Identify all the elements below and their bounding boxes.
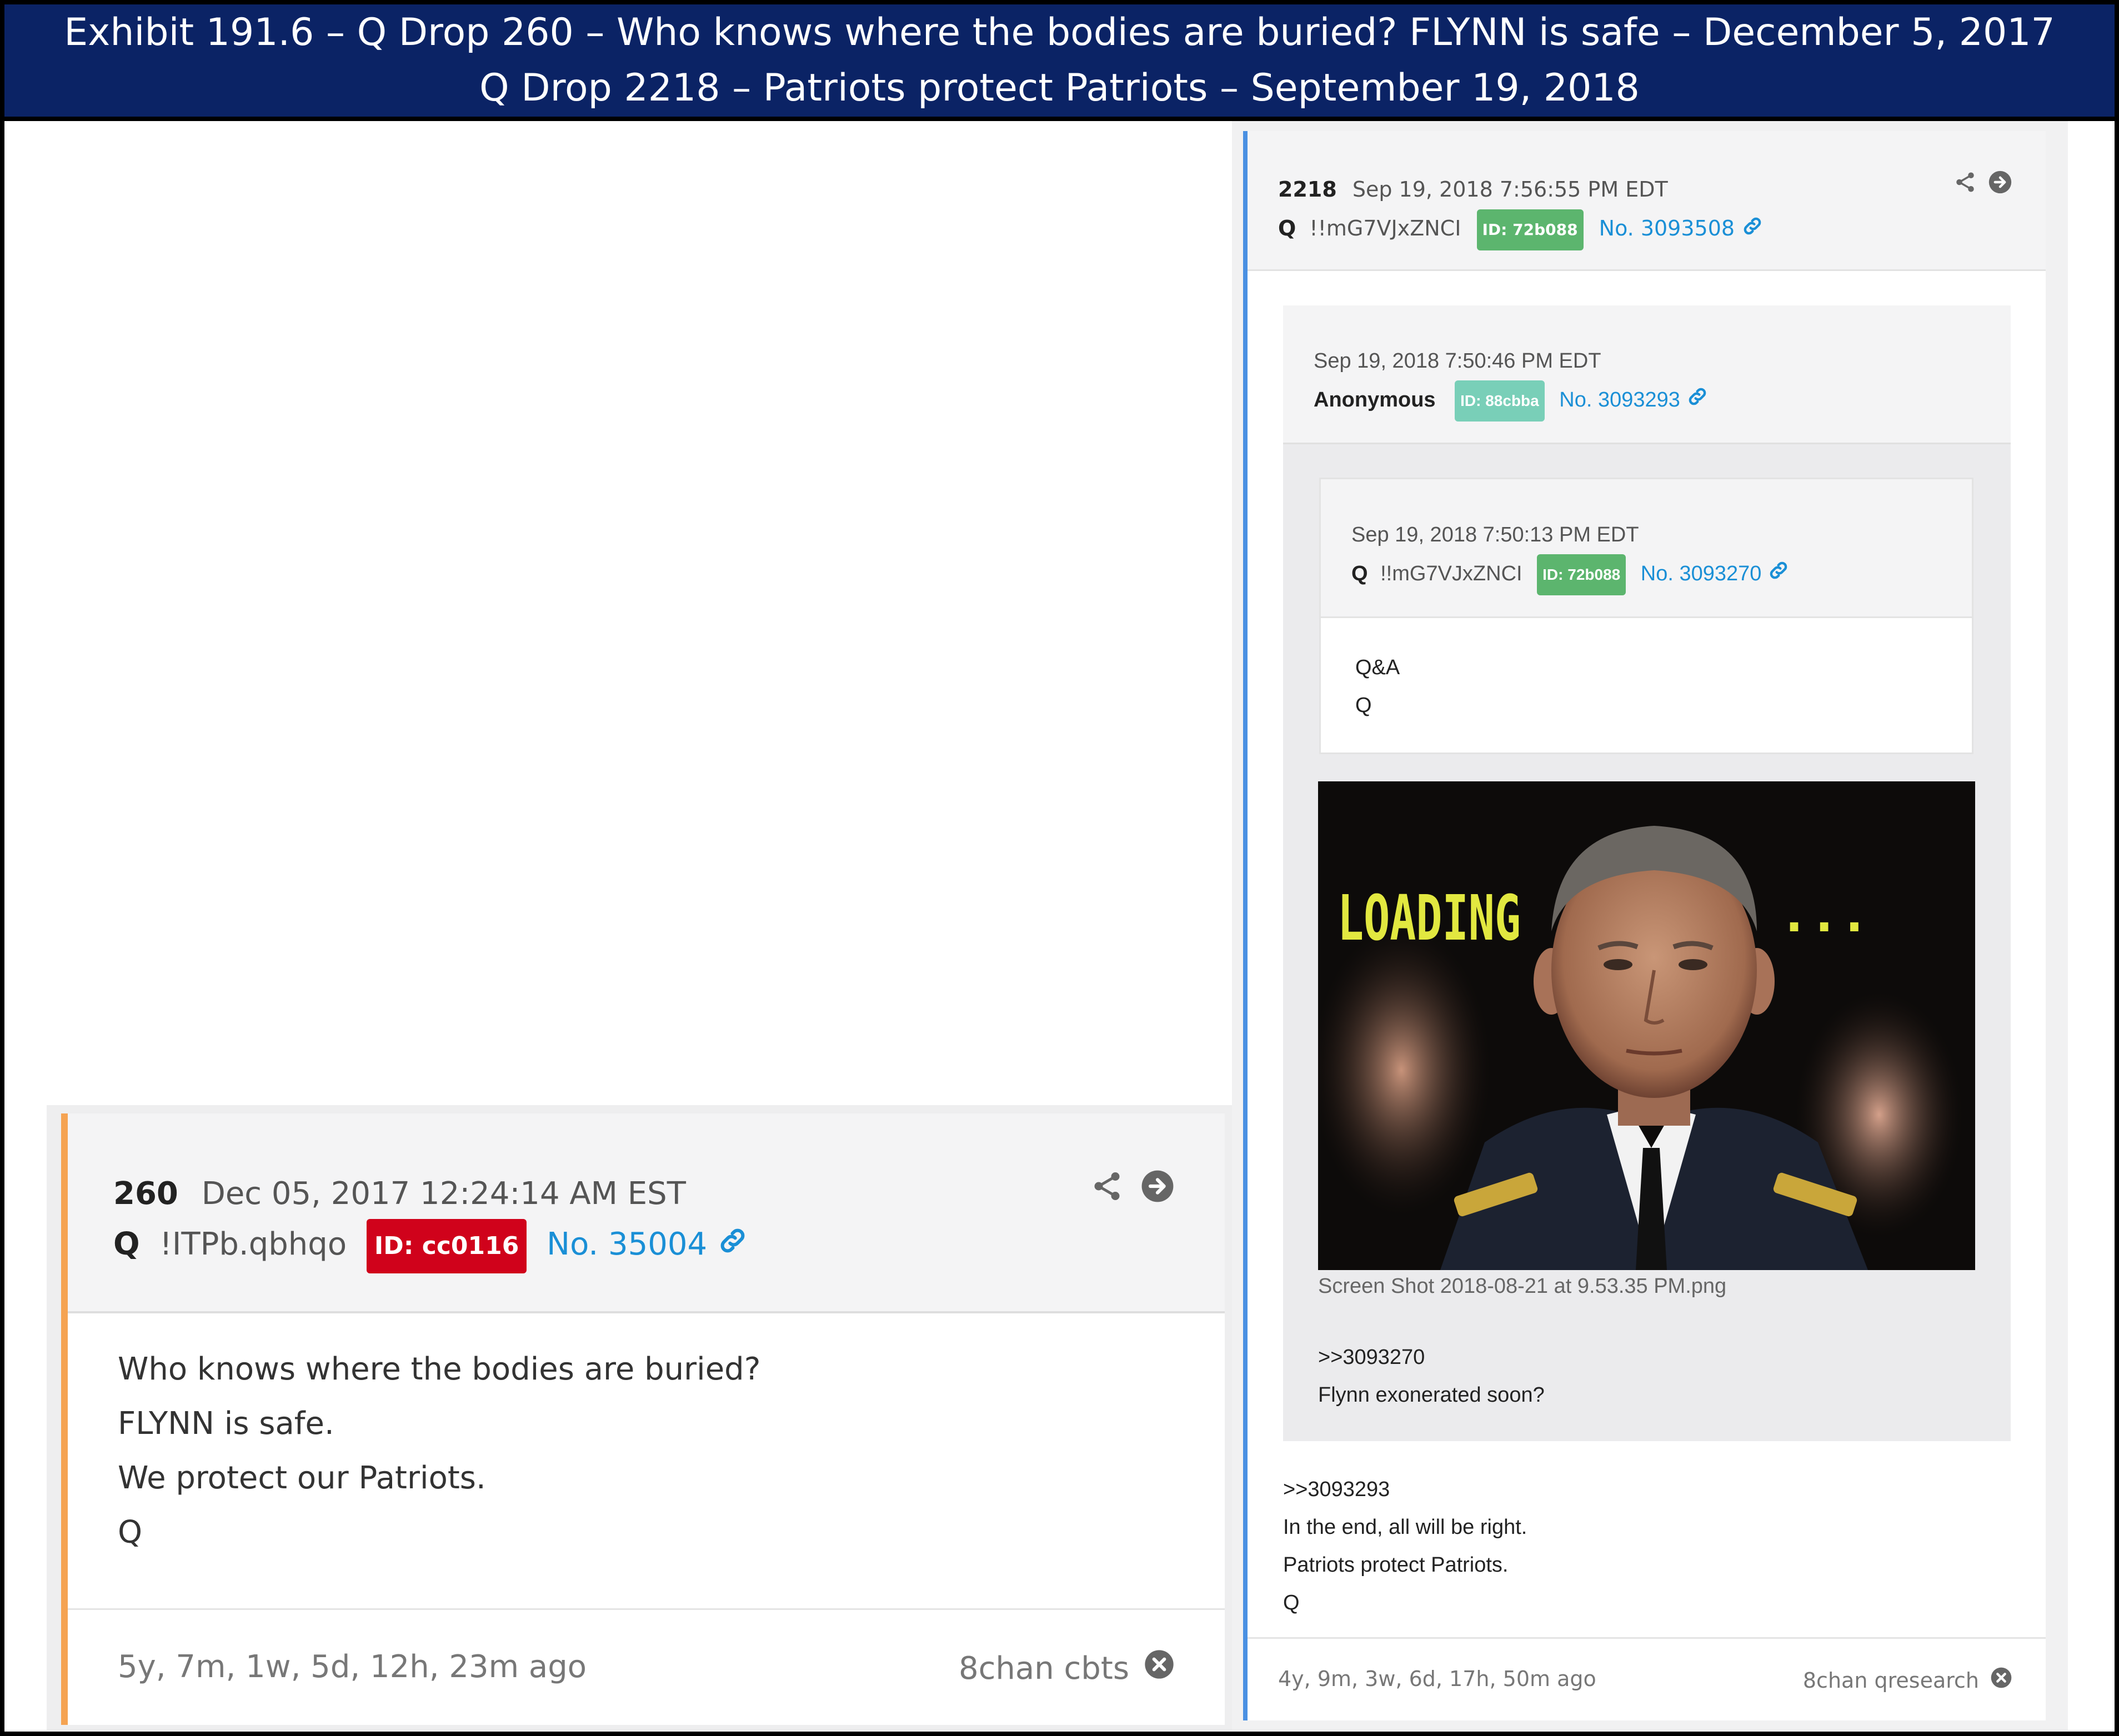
post-no-link[interactable]: No. 3093508 [1599, 216, 1735, 240]
body-line: Q [1355, 694, 1372, 717]
link-icon[interactable] [717, 1221, 748, 1271]
poster-id-badge: ID: 72b088 [1476, 209, 1584, 250]
post-no-link[interactable]: No. 35004 [547, 1226, 707, 1262]
poster-name: Q [113, 1226, 140, 1263]
source-board: 8chan cbts [959, 1649, 1175, 1688]
image-loading-dots: ... [1779, 885, 1870, 944]
share-icon[interactable] [1090, 1170, 1124, 1205]
quoted-post-header: Sep 19, 2018 7:50:46 PM EDT Anonymous ID… [1283, 305, 2011, 444]
source-label: 8chan qresearch [1802, 1668, 1979, 1693]
link-icon[interactable] [1767, 555, 1790, 594]
body-line: Q [1283, 1591, 1300, 1614]
post-260-body: Who knows where the bodies are buried? F… [68, 1313, 1225, 1560]
link-icon[interactable] [1686, 382, 1709, 420]
body-line: In the end, all will be right. [1283, 1516, 1527, 1539]
poster-name: Q [1278, 216, 1296, 240]
close-icon[interactable] [1144, 1649, 1175, 1688]
image-filename[interactable]: Screen Shot 2018-08-21 at 9.53.35 PM.png [1318, 1275, 1726, 1298]
poster-id-badge: ID: cc0116 [366, 1219, 527, 1273]
post-date: Dec 05, 2017 12:24:14 AM EST [201, 1176, 686, 1212]
body-line: Flynn exonerated soon? [1318, 1383, 1545, 1407]
poster-name: Anonymous [1314, 388, 1436, 412]
time-ago: 5y, 7m, 1w, 5d, 12h, 23m ago [118, 1649, 587, 1685]
body-line: FLYNN is safe. [118, 1406, 334, 1442]
tripcode: !!mG7VJxZNCI [1380, 562, 1522, 586]
post-date: Sep 19, 2018 7:50:13 PM EDT [1351, 523, 1639, 546]
quoted-post-q-nested: Sep 19, 2018 7:50:13 PM EDT Q !!mG7VJxZN… [1319, 478, 1973, 754]
header-line-1: Exhibit 191.6 – Q Drop 260 – Who knows w… [64, 11, 2055, 54]
post-no-link[interactable]: No. 3093293 [1559, 388, 1680, 412]
tripcode: !!mG7VJxZNCI [1309, 216, 1461, 240]
poster-id-badge: ID: 88cbba [1455, 380, 1545, 422]
attached-image[interactable]: LOADING ... [1318, 781, 1975, 1270]
post-260-header: 260 Dec 05, 2017 12:24:14 AM EST Q !ITPb… [68, 1113, 1225, 1313]
nested-post-body: Q&A Q [1321, 618, 1972, 724]
reply-link[interactable]: >>3093293 [1283, 1471, 1527, 1508]
link-icon[interactable] [1741, 210, 1764, 249]
exhibit-header: Exhibit 191.6 – Q Drop 260 – Who knows w… [0, 0, 2119, 121]
post-260: 260 Dec 05, 2017 12:24:14 AM EST Q !ITPb… [61, 1113, 1225, 1725]
arrow-right-icon[interactable] [1988, 170, 2012, 197]
tripcode: !ITPb.qbhqo [159, 1226, 347, 1263]
poster-id-badge: ID: 72b088 [1537, 554, 1626, 595]
body-line: We protect our Patriots. [118, 1460, 486, 1496]
nested-post-header: Sep 19, 2018 7:50:13 PM EDT Q !!mG7VJxZN… [1321, 479, 1972, 618]
arrow-right-icon[interactable] [1140, 1169, 1175, 1206]
image-loading-text: LOADING [1337, 882, 1521, 955]
source-board: 8chan qresearch [1803, 1667, 2012, 1694]
header-line-2: Q Drop 2218 – Patriots protect Patriots … [479, 66, 1640, 110]
share-icon[interactable] [1953, 170, 1977, 196]
body-line: Who knows where the bodies are buried? [118, 1351, 761, 1387]
body-line: Patriots protect Patriots. [1283, 1553, 1509, 1577]
quoted-post-body: >>3093270 Flynn exonerated soon? [1318, 1338, 1545, 1414]
post-date: Sep 19, 2018 7:56:55 PM EDT [1352, 177, 1668, 202]
post-date: Sep 19, 2018 7:50:46 PM EDT [1314, 349, 1601, 373]
body-line: Q [118, 1514, 143, 1551]
time-ago: 4y, 9m, 3w, 6d, 17h, 50m ago [1278, 1667, 1596, 1691]
body-line: Q&A [1355, 656, 1400, 679]
close-icon[interactable] [1990, 1667, 2012, 1694]
source-label: 8chan cbts [959, 1650, 1129, 1687]
post-2218-body: >>3093293 In the end, all will be right.… [1283, 1471, 1527, 1622]
post-2218-header: 2218 Sep 19, 2018 7:56:55 PM EDT Q !!mG7… [1248, 131, 2046, 271]
post-number: 260 [113, 1176, 178, 1212]
post-260-footer: 5y, 7m, 1w, 5d, 12h, 23m ago 8chan cbts [68, 1608, 1225, 1725]
post-number: 2218 [1278, 177, 1337, 202]
post-no-link[interactable]: No. 3093270 [1641, 562, 1762, 585]
reply-link[interactable]: >>3093270 [1318, 1338, 1545, 1376]
poster-name: Q [1351, 562, 1368, 586]
post-2218-footer: 4y, 9m, 3w, 6d, 17h, 50m ago 8chan qrese… [1248, 1637, 2046, 1720]
